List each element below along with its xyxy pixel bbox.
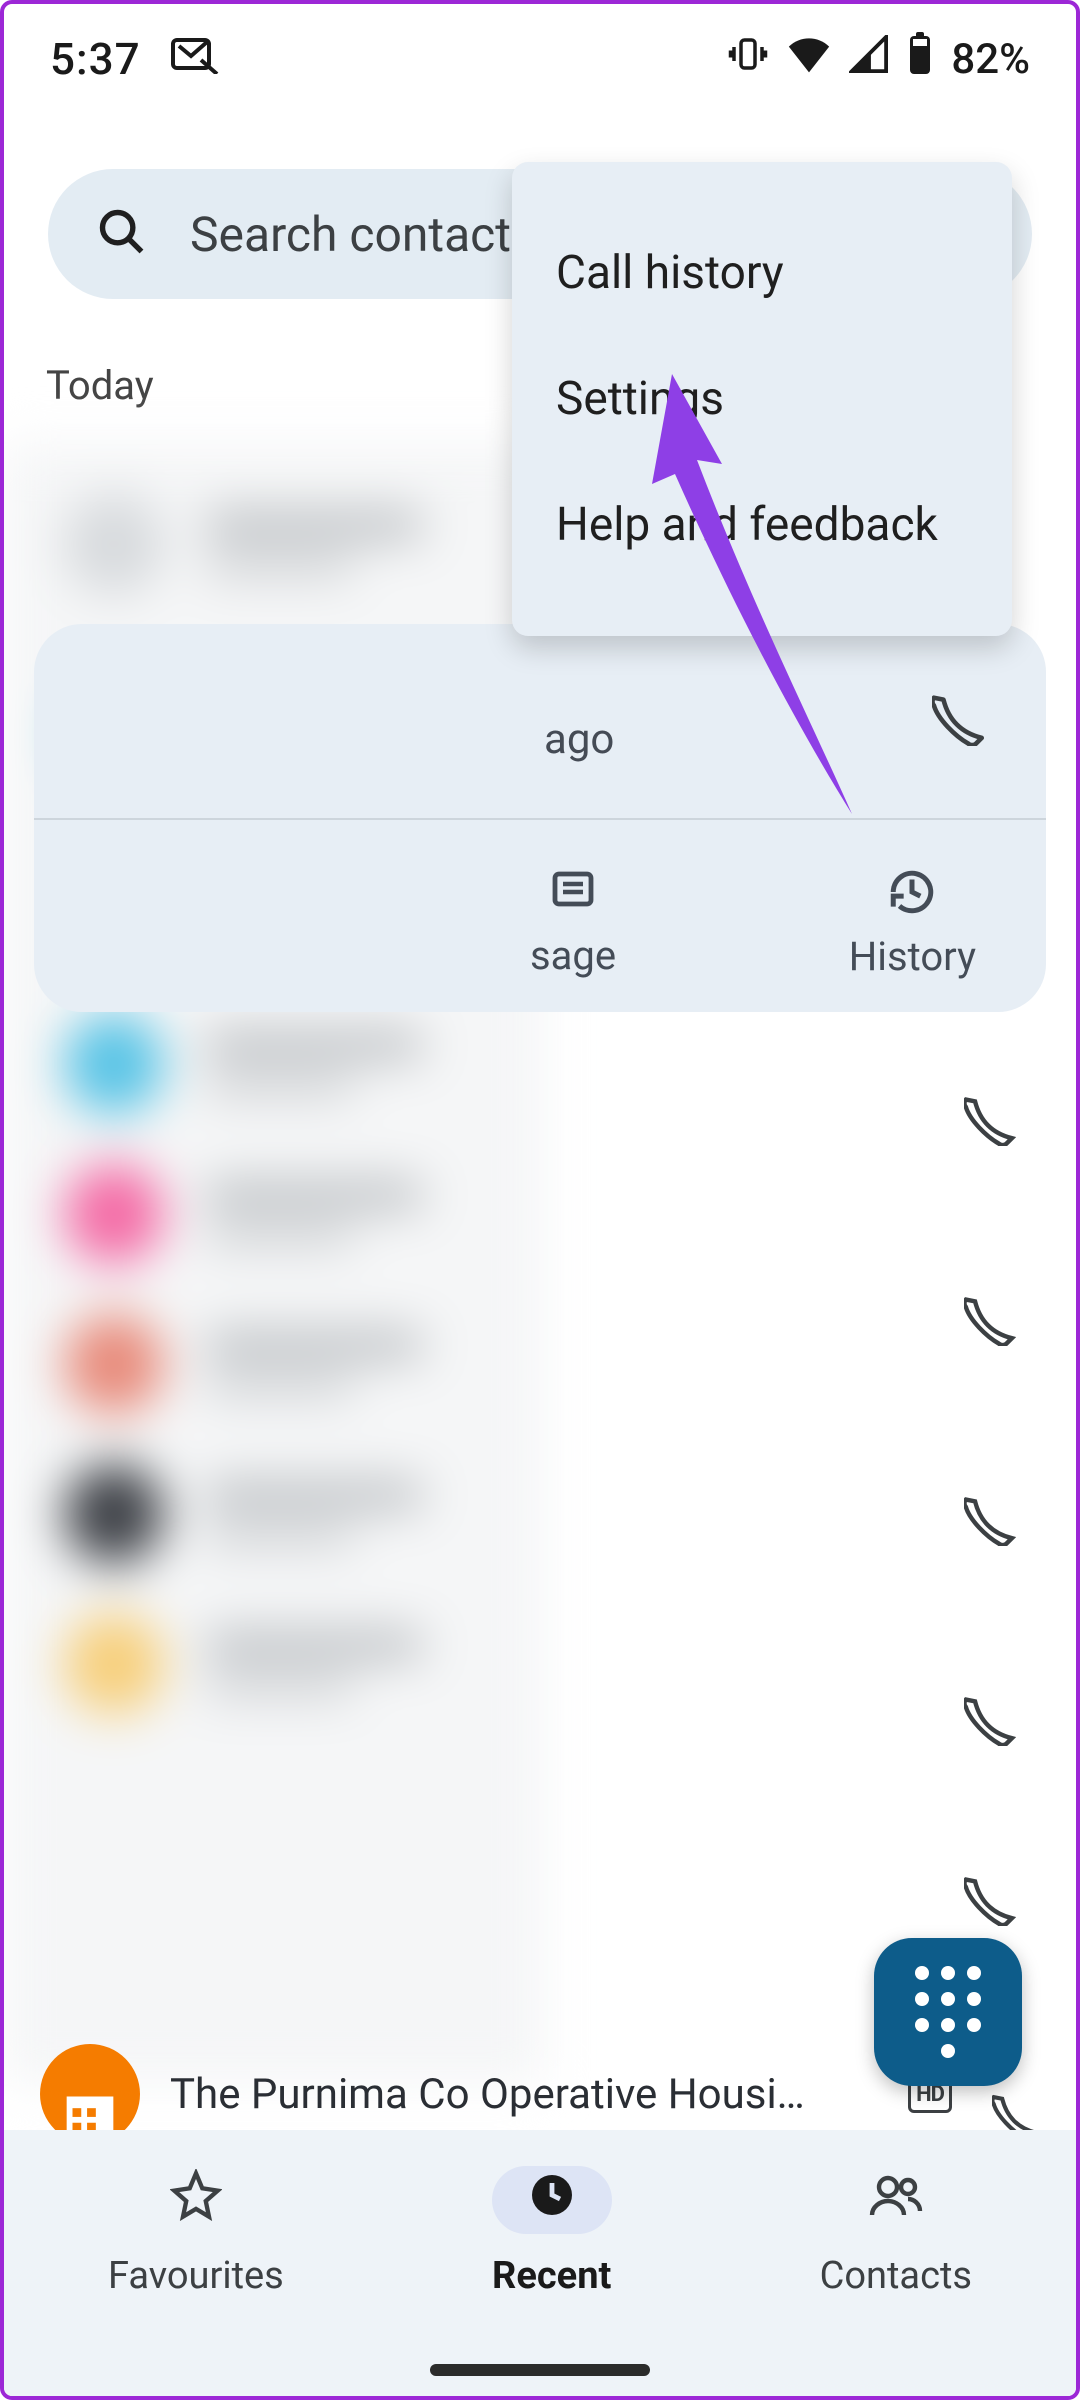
star-icon (170, 2169, 222, 2231)
status-time: 5:37 (50, 33, 141, 85)
call-button[interactable] (964, 1294, 1016, 1350)
outlook-notification-icon (171, 33, 219, 85)
expanded-call-card: ago sage History (34, 624, 1046, 1012)
expanded-call-card-header[interactable]: ago (34, 624, 1046, 820)
message-action-label: sage (530, 932, 616, 979)
history-action[interactable]: History (849, 867, 976, 980)
clock-icon (528, 2171, 576, 2229)
expanded-call-card-actions: sage History (34, 820, 1046, 1012)
call-button[interactable] (964, 1694, 1016, 1750)
nav-contacts-label: Contacts (820, 2254, 972, 2298)
people-icon (868, 2171, 924, 2229)
nav-contacts[interactable]: Contacts (820, 2166, 972, 2298)
status-bar: 5:37 82% (4, 4, 1076, 114)
menu-item-call-history[interactable]: Call history (512, 210, 1012, 336)
contact-name: The Purnima Co Operative Housi… (170, 2070, 878, 2119)
message-action[interactable]: sage (530, 868, 616, 979)
history-action-label: History (849, 933, 976, 980)
contact-avatar (40, 2044, 140, 2144)
menu-item-settings[interactable]: Settings (512, 336, 1012, 462)
dialpad-icon (915, 1966, 981, 2058)
bottom-navigation: Favourites Recent Contacts (4, 2130, 1076, 2396)
signal-icon (849, 35, 889, 84)
search-icon (96, 206, 148, 262)
battery-percentage: 82% (951, 35, 1030, 84)
battery-icon (907, 32, 933, 87)
phone-app-screen: 5:37 82% Search contacts a (0, 0, 1080, 2400)
call-button[interactable] (964, 1874, 1016, 1930)
call-time-suffix: ago (544, 715, 614, 764)
gesture-nav-handle[interactable] (430, 2364, 650, 2376)
overflow-menu: Call history Settings Help and feedback (512, 162, 1012, 636)
section-header-today: Today (46, 362, 154, 409)
nav-recent-label: Recent (492, 2254, 611, 2298)
wifi-icon (787, 35, 831, 84)
nav-favourites-label: Favourites (108, 2254, 284, 2298)
nav-favourites[interactable]: Favourites (108, 2166, 284, 2298)
call-button[interactable] (964, 1494, 1016, 1550)
nav-recent[interactable]: Recent (492, 2166, 612, 2298)
dialpad-fab[interactable] (874, 1938, 1022, 2086)
call-button[interactable] (932, 692, 986, 750)
menu-item-help-feedback[interactable]: Help and feedback (512, 462, 1012, 588)
vibrate-icon (727, 33, 769, 86)
call-button[interactable] (964, 1094, 1016, 1150)
